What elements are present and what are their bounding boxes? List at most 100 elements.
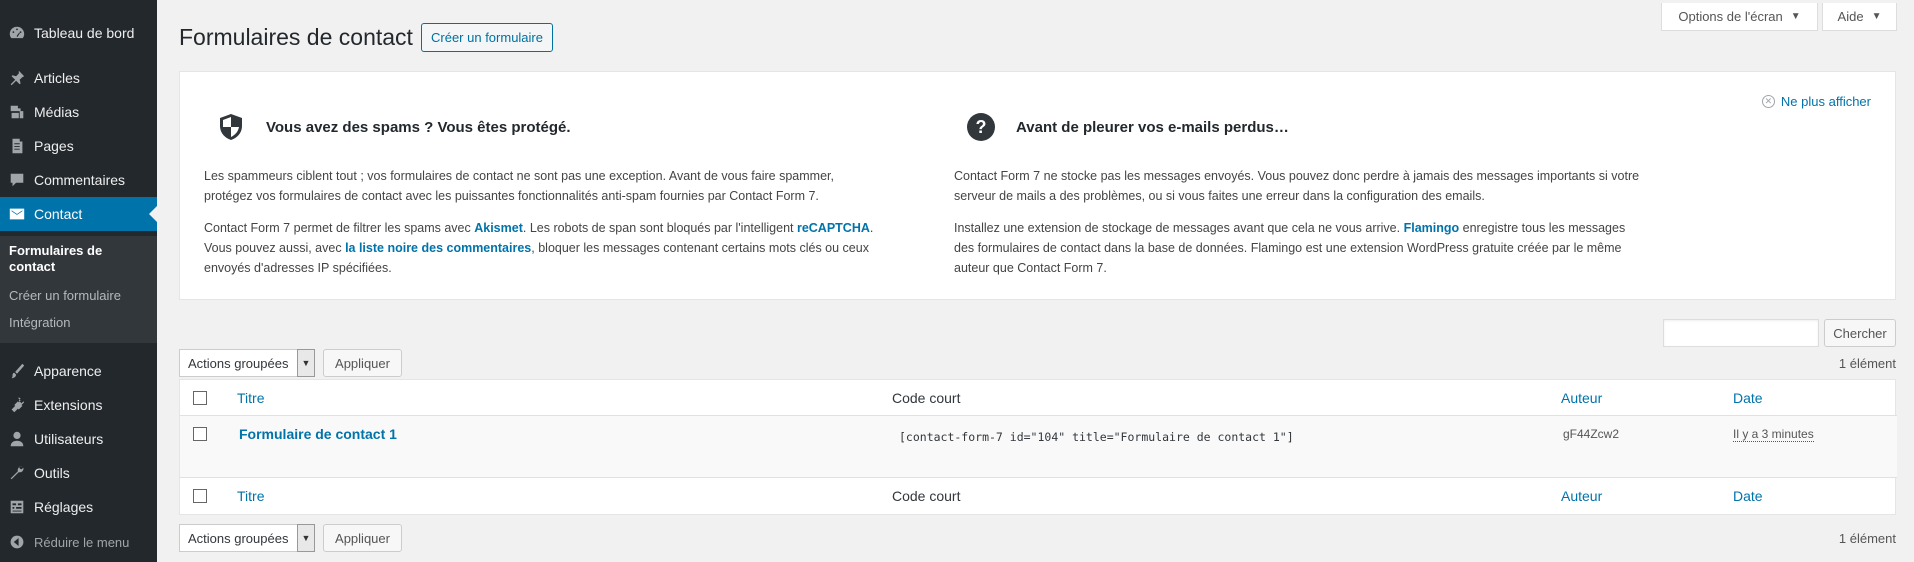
chevron-down-icon: ▼ xyxy=(297,524,315,552)
sidebar-item-comments[interactable]: Commentaires xyxy=(0,163,157,197)
lost-p2-text-d: auteur que Contact Form 7. xyxy=(954,261,1107,275)
column-author-footer[interactable]: Auteur xyxy=(1561,488,1602,504)
lost-p2-text-c: des formulaires de contact dans la base … xyxy=(954,241,1622,255)
select-all-checkbox[interactable] xyxy=(193,391,207,405)
column-title[interactable]: Titre xyxy=(237,390,264,406)
help-tab[interactable]: Aide ▼ xyxy=(1822,3,1897,31)
sidebar-item-extensions[interactable]: Extensions xyxy=(0,388,157,422)
wrench-icon xyxy=(0,464,34,482)
akismet-link[interactable]: Akismet xyxy=(474,221,523,235)
apply-button[interactable]: Appliquer xyxy=(323,349,402,377)
column-shortcode-footer: Code court xyxy=(892,488,961,504)
form-shortcode: [contact-form-7 id="104" title="Formulai… xyxy=(899,430,1294,444)
sidebar-item-label: Réglages xyxy=(34,499,94,515)
sidebar-item-tools[interactable]: Outils xyxy=(0,456,157,490)
sidebar-item-label: Commentaires xyxy=(34,172,126,188)
media-icon xyxy=(0,103,34,121)
shield-icon xyxy=(220,114,242,140)
search-button[interactable]: Chercher xyxy=(1824,319,1896,347)
column-author[interactable]: Auteur xyxy=(1561,390,1602,406)
dashboard-icon xyxy=(0,24,34,42)
sidebar-item-contact[interactable]: Contact xyxy=(0,197,157,231)
bulk-actions-select-bottom[interactable]: Actions groupées ▼ xyxy=(179,524,315,552)
contact-submenu: Formulaires de contact Créer un formulai… xyxy=(0,236,157,343)
flamingo-link[interactable]: Flamingo xyxy=(1404,221,1460,235)
settings-icon xyxy=(0,498,34,516)
column-title-footer[interactable]: Titre xyxy=(237,488,264,504)
close-icon: ✕ xyxy=(1761,95,1775,108)
bulk-actions-value: Actions groupées xyxy=(188,355,289,371)
mail-icon xyxy=(0,205,34,223)
help-label: Aide xyxy=(1837,9,1864,24)
column-date[interactable]: Date xyxy=(1733,390,1763,406)
spam-p2-text-a: Contact Form 7 permet de filtrer les spa… xyxy=(204,221,475,235)
spam-p2-text-c: . xyxy=(869,221,874,235)
form-title-link[interactable]: Formulaire de contact 1 xyxy=(239,426,397,442)
submenu-item-forms[interactable]: Formulaires de contact xyxy=(9,243,139,275)
add-new-form-button[interactable]: Créer un formulaire xyxy=(421,23,553,52)
users-icon xyxy=(0,430,34,448)
lost-p2-text-b: enregistre tous les messages xyxy=(1459,221,1626,235)
screen-options-tab[interactable]: Options de l'écran ▼ xyxy=(1661,3,1818,31)
admin-sidebar: Tableau de bord Articles Médias Pages Co… xyxy=(0,0,157,562)
plugin-icon xyxy=(0,396,34,414)
welcome-panel: ✕ Ne plus afficher Vous avez des spams ?… xyxy=(179,71,1896,300)
sidebar-item-pages[interactable]: Pages xyxy=(0,129,157,163)
sidebar-item-label: Médias xyxy=(34,104,80,120)
column-shortcode: Code court xyxy=(892,390,961,406)
spam-title: Vous avez des spams ? Vous êtes protégé. xyxy=(266,118,571,136)
form-author: gF44Zcw2 xyxy=(1563,427,1620,441)
collapse-menu-button[interactable]: Réduire le menu xyxy=(0,526,157,558)
row-checkbox[interactable] xyxy=(193,427,207,441)
sidebar-item-users[interactable]: Utilisateurs xyxy=(0,422,157,456)
bulk-actions-select[interactable]: Actions groupées ▼ xyxy=(179,349,315,377)
collapse-arrow-icon xyxy=(0,534,34,550)
apply-button-bottom[interactable]: Appliquer xyxy=(323,524,402,552)
sidebar-item-label: Pages xyxy=(34,138,74,154)
sidebar-item-label: Apparence xyxy=(34,363,102,379)
recaptcha-link[interactable]: reCAPTCHA xyxy=(797,221,870,235)
lost-p1-line2: serveur de mails a des problèmes, ou si … xyxy=(954,189,1485,203)
form-date: Il y a 3 minutes xyxy=(1733,427,1814,442)
footer-divider xyxy=(180,477,1897,478)
spam-p2-text-e: , bloquer les messages contenant certain… xyxy=(531,241,869,255)
sidebar-item-appearance[interactable]: Apparence xyxy=(0,354,157,388)
lost-p2-text-a: Installez une extension de stockage de m… xyxy=(954,221,1404,235)
sidebar-item-settings[interactable]: Réglages xyxy=(0,490,157,524)
sidebar-item-label: Utilisateurs xyxy=(34,431,104,447)
spam-p1-line2: protégez vos formulaires de contact avec… xyxy=(204,189,819,203)
collapse-menu-label: Réduire le menu xyxy=(34,534,130,550)
comment-blacklist-link[interactable]: la liste noire des commentaires xyxy=(345,241,531,255)
spam-heading: Vous avez des spams ? Vous êtes protégé. xyxy=(180,112,571,142)
screen-options-label: Options de l'écran xyxy=(1678,9,1783,24)
sidebar-item-articles[interactable]: Articles xyxy=(0,61,157,95)
spam-p1-line1: Les spammeurs ciblent tout ; vos formula… xyxy=(204,169,834,183)
select-all-checkbox-footer[interactable] xyxy=(193,489,207,503)
items-count: 1 élément xyxy=(1838,356,1896,371)
sidebar-item-label: Outils xyxy=(34,465,70,481)
lost-paragraph-2: Installez une extension de stockage de m… xyxy=(954,218,1664,278)
pages-icon xyxy=(0,137,34,155)
bulk-actions-value: Actions groupées xyxy=(188,530,289,546)
page-title: Formulaires de contact xyxy=(179,24,413,50)
chevron-down-icon: ▼ xyxy=(1790,11,1801,22)
spam-p2-text-f: envoyés d'adresses IP spécifiées. xyxy=(204,261,392,275)
submenu-item-integration[interactable]: Intégration xyxy=(9,315,70,331)
sidebar-item-label: Tableau de bord xyxy=(34,25,135,41)
sidebar-item-label: Contact xyxy=(34,206,83,222)
brush-icon xyxy=(0,362,34,380)
submenu-item-new-form[interactable]: Créer un formulaire xyxy=(9,288,121,304)
column-date-footer[interactable]: Date xyxy=(1733,488,1763,504)
sidebar-item-dashboard[interactable]: Tableau de bord xyxy=(0,16,157,50)
sidebar-item-medias[interactable]: Médias xyxy=(0,95,157,129)
table-row xyxy=(180,416,1897,478)
sidebar-item-label: Articles xyxy=(34,70,80,86)
question-icon: ? xyxy=(967,113,995,141)
comments-icon xyxy=(0,171,34,189)
spam-p2-text-b: . Les robots de span sont bloqués par l'… xyxy=(522,221,797,235)
search-input[interactable] xyxy=(1663,319,1819,347)
header-divider xyxy=(180,415,1897,416)
dismiss-link[interactable]: ✕ Ne plus afficher xyxy=(1761,94,1871,109)
forms-table: Titre Code court Auteur Date Formulaire … xyxy=(179,379,1897,515)
chevron-down-icon: ▼ xyxy=(1871,11,1882,22)
